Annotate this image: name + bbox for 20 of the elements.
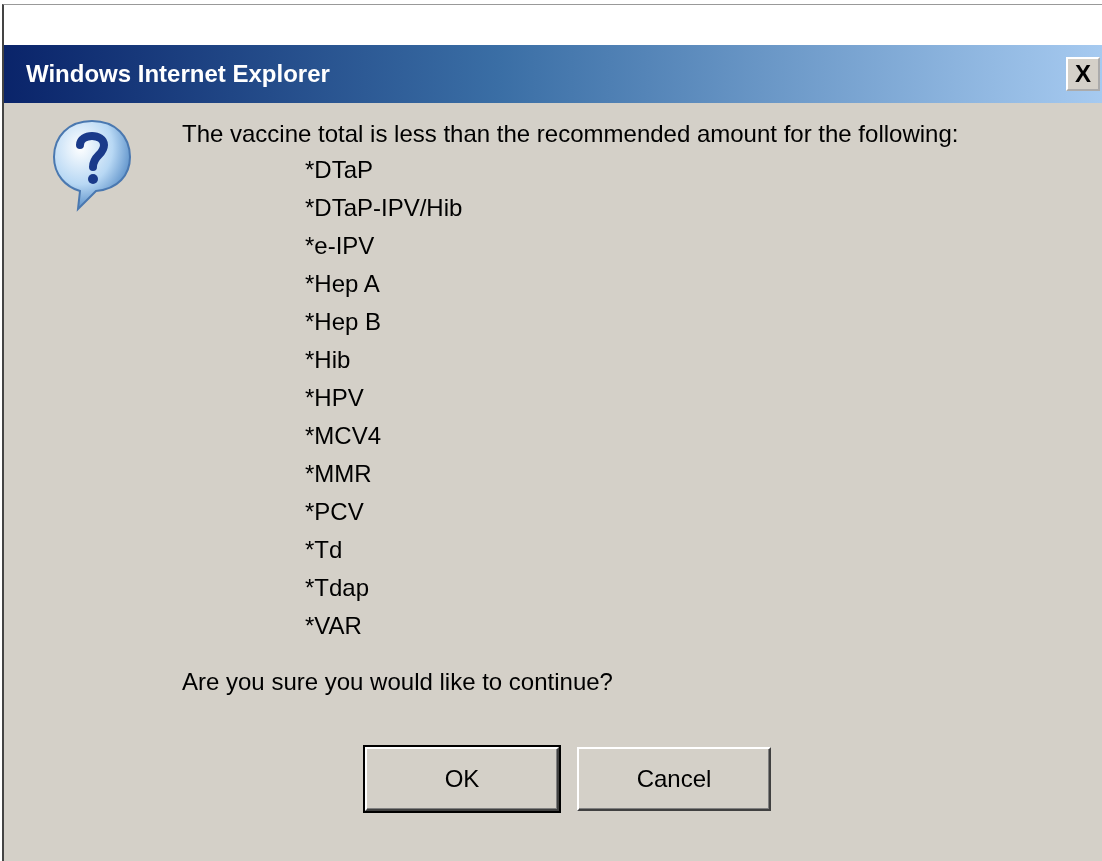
vaccine-item: *PCV: [305, 497, 365, 527]
vaccine-item: *VAR: [305, 611, 363, 641]
question-text: Are you sure you would like to continue?: [182, 667, 614, 697]
vaccine-item: *Hep A: [305, 269, 381, 299]
vaccine-item: *MMR: [305, 459, 373, 489]
vaccine-item: *DTaP: [305, 155, 375, 185]
vaccine-item: *MCV4: [305, 421, 383, 451]
window-title: Windows Internet Explorer: [26, 60, 330, 88]
vaccine-item: *DTaP-IPV/Hib: [305, 193, 464, 223]
vaccine-item: *Hib: [305, 345, 352, 375]
cancel-button[interactable]: Cancel: [577, 747, 771, 811]
vaccine-item: *HPV: [305, 383, 365, 413]
close-button[interactable]: X: [1066, 57, 1100, 91]
message-text: The vaccine total is less than the recommended amount for the following:: [182, 119, 959, 149]
vaccine-item: *Td: [305, 535, 344, 565]
question-icon: [50, 117, 134, 213]
ok-button[interactable]: OK: [365, 747, 559, 811]
vaccine-item: *e-IPV: [305, 231, 376, 261]
vaccine-item: *Tdap: [305, 573, 371, 603]
vaccine-item: *Hep B: [305, 307, 383, 337]
